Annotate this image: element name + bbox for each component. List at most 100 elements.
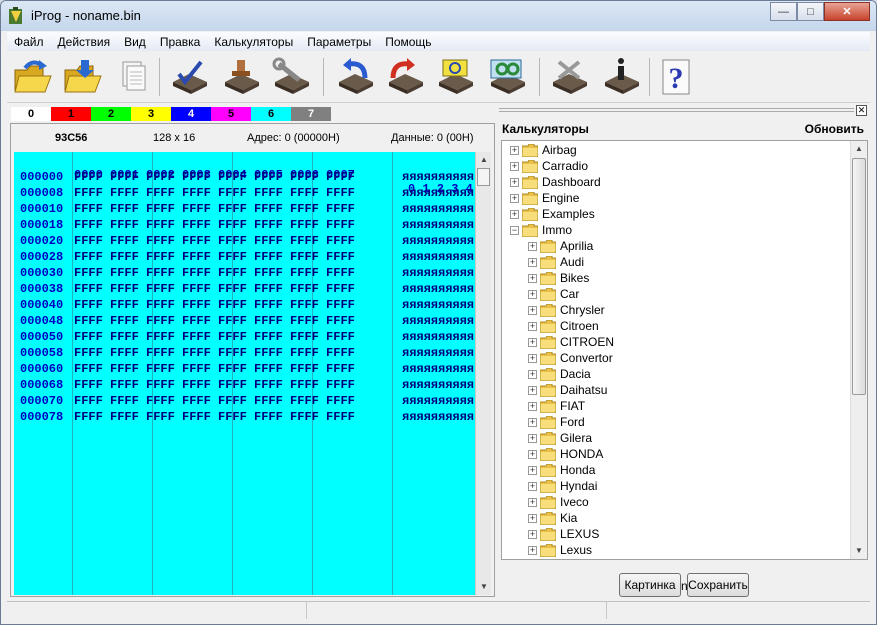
redo-chip-button[interactable] — [383, 56, 427, 98]
scroll-down-icon[interactable]: ▼ — [851, 543, 867, 559]
menu-calculators[interactable]: Калькуляторы — [207, 35, 300, 49]
hex-row-ascii[interactable]: яяяяяяяяяя — [402, 202, 474, 216]
tree-node[interactable]: + Engine — [510, 190, 579, 206]
tree-node[interactable]: + CITROEN — [528, 334, 614, 350]
menu-view[interactable]: Вид — [117, 35, 153, 49]
undo-chip-button[interactable] — [333, 56, 377, 98]
expand-icon[interactable]: + — [528, 305, 537, 315]
picture-button[interactable]: Картинка — [619, 573, 681, 597]
tree-node[interactable]: + FIAT — [528, 398, 585, 414]
hex-row-ascii[interactable]: яяяяяяяяяя — [402, 314, 474, 328]
scroll-up-icon[interactable]: ▲ — [851, 141, 867, 157]
open-button[interactable] — [11, 56, 55, 98]
tree-node[interactable]: + Honda — [528, 462, 595, 478]
erase-chip-button[interactable] — [547, 56, 591, 98]
panel-grip[interactable] — [499, 108, 854, 112]
tree-node[interactable]: + Aprilia — [528, 238, 593, 254]
expand-icon[interactable]: + — [528, 497, 537, 507]
hex-row-values[interactable]: FFFF FFFF FFFF FFFF FFFF FFFF FFFF FFFF — [74, 394, 355, 408]
tree-node[interactable]: + Gilera — [528, 430, 592, 446]
tree-node[interactable]: + Car — [528, 286, 579, 302]
tree-node[interactable]: + Iveco — [528, 494, 589, 510]
expand-icon[interactable]: + — [528, 449, 537, 459]
expand-icon[interactable]: + — [528, 385, 537, 395]
tree-node[interactable]: + Hyndai — [528, 478, 597, 494]
hex-row-ascii[interactable]: яяяяяяяяяя — [402, 330, 474, 344]
hex-row-values[interactable]: FFFF FFFF FFFF FFFF FFFF FFFF FFFF FFFF — [74, 330, 355, 344]
color-swatch-6[interactable]: 6 — [251, 107, 291, 121]
refresh-button[interactable]: Обновить — [805, 122, 864, 136]
expand-icon[interactable]: + — [528, 353, 537, 363]
hex-row-values[interactable]: FFFF FFFF FFFF FFFF FFFF FFFF FFFF FFFF — [74, 186, 355, 200]
hex-row-values[interactable]: FFFF FFFF FFFF FFFF FFFF FFFF FFFF FFFF — [74, 282, 355, 296]
color-swatch-0[interactable]: 0 — [11, 107, 51, 121]
panel-close-icon[interactable]: ✕ — [856, 105, 867, 116]
menu-help[interactable]: Помощь — [378, 35, 438, 49]
chip-info-button[interactable] — [599, 56, 643, 98]
color-swatch-4[interactable]: 4 — [171, 107, 211, 121]
expand-icon[interactable]: + — [528, 481, 537, 491]
hex-row-values[interactable]: FFFF FFFF FFFF FFFF FFFF FFFF FFFF FFFF — [74, 266, 355, 280]
hex-row-values[interactable]: FFFF FFFF FFFF FFFF FFFF FFFF FFFF FFFF — [74, 234, 355, 248]
color-swatch-1[interactable]: 1 — [51, 107, 91, 121]
tree-node[interactable]: + HONDA — [528, 446, 603, 462]
tree-node[interactable]: + Dashboard — [510, 174, 601, 190]
repair-chip-button[interactable] — [269, 56, 313, 98]
hex-row-ascii[interactable]: яяяяяяяяяя — [402, 394, 474, 408]
tree-node[interactable]: + Lexus — [528, 542, 592, 558]
tree-node[interactable]: + Audi — [528, 254, 584, 270]
color-swatch-3[interactable]: 3 — [131, 107, 171, 121]
color-swatch-7[interactable]: 7 — [291, 107, 331, 121]
tree-node[interactable]: + Airbag — [510, 142, 577, 158]
tree-node[interactable]: + Ford — [528, 414, 585, 430]
color-swatch-2[interactable]: 2 — [91, 107, 131, 121]
hex-row-ascii[interactable]: яяяяяяяяяя — [402, 378, 474, 392]
expand-icon[interactable]: + — [528, 545, 537, 555]
minimize-button[interactable]: — — [770, 2, 797, 21]
expand-icon[interactable]: + — [528, 289, 537, 299]
tree-node[interactable]: − Immo — [510, 222, 572, 238]
save-calc-button[interactable]: Сохранить — [687, 573, 749, 597]
expand-icon[interactable]: + — [528, 417, 537, 427]
color-swatch-5[interactable]: 5 — [211, 107, 251, 121]
tree-node[interactable]: + Citroen — [528, 318, 599, 334]
hex-row-ascii[interactable]: яяяяяяяяяя — [402, 186, 474, 200]
hex-row-values[interactable]: FFFF FFFF FFFF FFFF FFFF FFFF FFFF FFFF — [74, 410, 355, 424]
tree-node[interactable]: + Chrysler — [528, 302, 605, 318]
tree-node[interactable]: + Convertor — [528, 350, 613, 366]
menu-edit[interactable]: Правка — [153, 35, 208, 49]
hex-row-ascii[interactable]: яяяяяяяяяя — [402, 362, 474, 376]
expand-icon[interactable]: + — [528, 401, 537, 411]
hex-row-values[interactable]: FFFF FFFF FFFF FFFF FFFF FFFF FFFF FFFF — [74, 202, 355, 216]
hex-row-ascii[interactable]: яяяяяяяяяя — [402, 346, 474, 360]
hex-row-values[interactable]: FFFF FFFF FFFF FFFF FFFF FFFF FFFF FFFF — [74, 362, 355, 376]
hex-row-ascii[interactable]: яяяяяяяяяя — [402, 218, 474, 232]
expand-icon[interactable]: + — [528, 433, 537, 443]
menu-file[interactable]: Файл — [7, 35, 51, 49]
expand-icon[interactable]: + — [510, 193, 519, 203]
maximize-button[interactable]: □ — [797, 2, 824, 21]
help-button[interactable]: ? — [655, 56, 699, 98]
write-chip-button[interactable] — [219, 56, 263, 98]
hex-row-values[interactable]: FFFF FFFF FFFF FFFF FFFF FFFF FFFF FFFF — [74, 378, 355, 392]
hex-row-values[interactable]: FFFF FFFF FFFF FFFF FFFF FFFF FFFF FFFF — [74, 250, 355, 264]
scroll-thumb[interactable] — [852, 158, 866, 395]
hex-row-values[interactable]: FFFF FFFF FFFF FFFF FFFF FFFF FFFF FFFF — [74, 170, 355, 184]
tree-scrollbar[interactable]: ▲ ▼ — [850, 141, 867, 559]
expand-icon[interactable]: + — [510, 209, 519, 219]
scroll-up-icon[interactable]: ▲ — [476, 152, 492, 168]
hex-row-ascii[interactable]: яяяяяяяяяя — [402, 250, 474, 264]
expand-icon[interactable]: + — [528, 257, 537, 267]
expand-icon[interactable]: + — [510, 145, 519, 155]
expand-icon[interactable]: + — [528, 529, 537, 539]
hex-row-values[interactable]: FFFF FFFF FFFF FFFF FFFF FFFF FFFF FFFF — [74, 218, 355, 232]
hex-row-ascii[interactable]: яяяяяяяяяя — [402, 170, 474, 184]
scroll-down-icon[interactable]: ▼ — [476, 579, 492, 595]
check-chip-button[interactable] — [167, 56, 211, 98]
hex-row-values[interactable]: FFFF FFFF FFFF FFFF FFFF FFFF FFFF FFFF — [74, 314, 355, 328]
verify-chip-button[interactable] — [485, 56, 529, 98]
expand-icon[interactable]: + — [510, 161, 519, 171]
close-button[interactable]: ✕ — [824, 2, 870, 21]
scroll-thumb[interactable] — [477, 168, 490, 186]
expand-icon[interactable]: + — [528, 465, 537, 475]
